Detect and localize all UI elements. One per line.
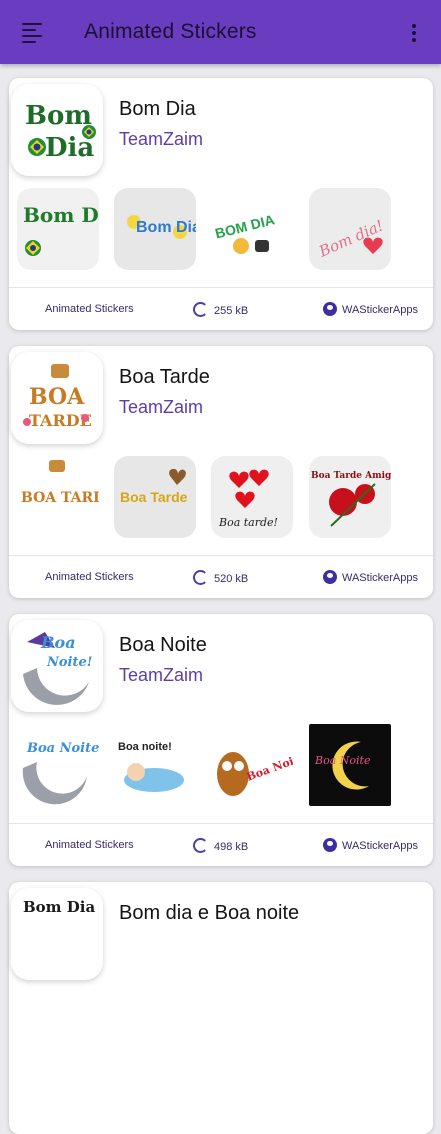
- tray-icon: Bom Dia: [11, 84, 103, 176]
- sticker-preview[interactable]: Boa tarde!: [211, 456, 293, 538]
- sticker-text: Boa Noite!: [26, 741, 99, 756]
- pack-size-value: 255 kB: [214, 305, 249, 317]
- pack-footer: Animated Stickers 520 kB WAStickerApps: [9, 556, 433, 598]
- sticker-preview[interactable]: Bom dia!: [309, 188, 391, 270]
- more-vert-icon[interactable]: [404, 20, 424, 46]
- pack-footer: Animated Stickers 498 kB WAStickerApps: [9, 824, 433, 866]
- sticker-preview[interactable]: Boa Noite: [309, 724, 391, 806]
- sticker-text: Bom Dia: [23, 203, 99, 227]
- pack-name: Boa Tarde: [119, 366, 210, 388]
- sticker-preview[interactable]: Boa Tarde Amigos: [309, 456, 402, 538]
- sticker-text: Boa Noite!: [245, 749, 293, 784]
- pack-author: TeamZaim: [119, 129, 204, 149]
- pack-size-value: 520 kB: [214, 573, 249, 585]
- account-icon: [323, 570, 337, 584]
- tray-text-line-1: Boa: [40, 633, 76, 652]
- sticker-preview[interactable]: BOA TARDE: [17, 456, 116, 538]
- sticker-preview-row: Boa Noite! Boa noite! Boa Noite! Boa Noi…: [9, 724, 433, 812]
- account-icon: [323, 838, 337, 852]
- sticker-text: Boa noite!: [118, 741, 172, 753]
- pack-name: Bom dia e Boa noite: [119, 902, 300, 924]
- pack-category: Animated Stickers: [45, 303, 134, 315]
- sticker-pack-card[interactable]: BOA TARDE Boa Tarde TeamZaim BOA TARDE B…: [9, 346, 433, 598]
- sticker-pack-card[interactable]: Bom Dia Bom dia e Boa noite: [9, 882, 433, 1134]
- tray-text-line-1: Bom: [25, 101, 92, 131]
- sticker-text: BOA TARDE: [21, 490, 99, 506]
- pack-publisher: WAStickerApps: [323, 570, 418, 584]
- sticker-text: Boa Tarde: [120, 489, 188, 505]
- app-title: Animated Stickers: [84, 20, 257, 43]
- pack-publisher-name: WAStickerApps: [342, 572, 419, 584]
- sticker-preview-row: BOA TARDE Boa Tarde Boa tarde! Boa Tarde…: [9, 456, 433, 544]
- sticker-preview[interactable]: Bom Dia: [17, 188, 119, 270]
- pack-name: Boa Noite: [119, 634, 207, 656]
- sticker-preview-row: Bom Dia Bom Dia BOM DIA Bom dia!: [9, 188, 433, 276]
- tray-text-line-2: Noite!: [46, 655, 92, 670]
- sticker-pack-card[interactable]: Boa Noite! Boa Noite TeamZaim Boa Noite!…: [9, 614, 433, 866]
- data-size-icon: [193, 838, 208, 853]
- hamburger-icon[interactable]: [14, 20, 42, 46]
- pack-footer: Animated Stickers 255 kB WAStickerApps: [9, 288, 433, 330]
- pack-size: 498 kB: [193, 838, 248, 853]
- sticker-pack-card[interactable]: Bom Dia Bom Dia TeamZaim Bom Dia Bom Dia…: [9, 78, 433, 330]
- data-size-icon: [193, 570, 208, 585]
- pack-publisher: WAStickerApps: [323, 302, 418, 316]
- pack-category: Animated Stickers: [45, 839, 134, 851]
- pack-publisher-name: WAStickerApps: [342, 304, 419, 316]
- pack-publisher-name: WAStickerApps: [342, 840, 419, 852]
- sticker-text: Boa Tarde Amigos: [311, 471, 391, 481]
- pack-size: 520 kB: [193, 570, 248, 585]
- sticker-text: Bom Dia: [136, 219, 196, 236]
- pack-author: TeamZaim: [119, 665, 204, 685]
- pack-size-value: 498 kB: [214, 841, 249, 853]
- tray-icon: Bom Dia: [11, 888, 103, 980]
- pack-name: Bom Dia: [119, 98, 196, 120]
- sticker-preview[interactable]: Boa Tarde: [114, 456, 196, 538]
- sticker-text: Boa tarde!: [218, 516, 278, 529]
- pack-size: 255 kB: [193, 302, 248, 317]
- tray-icon: Boa Noite!: [11, 620, 103, 712]
- pack-category: Animated Stickers: [45, 571, 134, 583]
- data-size-icon: [193, 302, 208, 317]
- pack-author: TeamZaim: [119, 397, 204, 417]
- sticker-text: BOM DIA: [213, 211, 276, 241]
- sticker-preview[interactable]: Boa Noite!: [211, 724, 311, 806]
- app-bar: Animated Stickers: [0, 0, 441, 64]
- tray-text-line-1: BOA: [29, 384, 85, 410]
- sticker-preview[interactable]: Boa Noite!: [17, 724, 105, 806]
- account-icon: [323, 302, 337, 316]
- tray-text-line-1: Bom Dia: [23, 898, 95, 916]
- sticker-preview[interactable]: Boa noite!: [114, 724, 196, 806]
- sticker-preview[interactable]: Bom Dia: [114, 188, 201, 270]
- pack-publisher: WAStickerApps: [323, 838, 418, 852]
- sticker-preview[interactable]: BOM DIA: [211, 188, 293, 270]
- tray-icon: BOA TARDE: [11, 352, 103, 444]
- sticker-text: Boa Noite: [314, 754, 371, 767]
